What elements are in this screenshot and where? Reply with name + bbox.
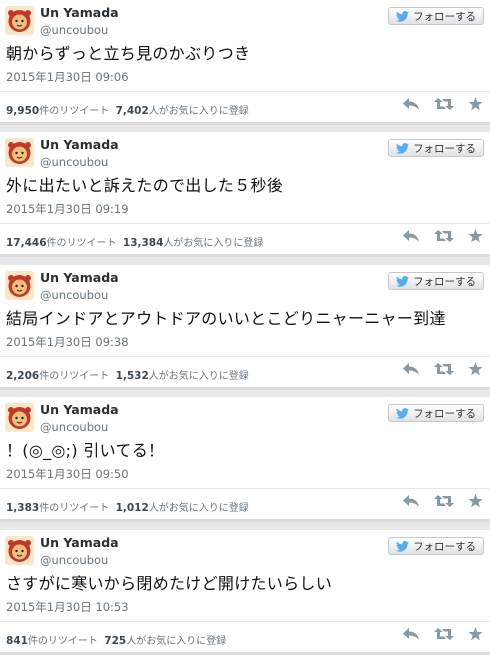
tweet-actions — [402, 494, 483, 508]
user-name[interactable]: Un Yamada — [40, 402, 119, 417]
user-handle[interactable]: @uncoubou — [40, 23, 108, 37]
retweet-icon[interactable] — [434, 627, 454, 641]
follow-button[interactable]: フォローする — [388, 7, 484, 25]
reply-icon[interactable] — [402, 627, 420, 641]
retweet-count-label: 件のリツイート — [39, 106, 110, 117]
retweet-count[interactable]: 9,950 — [6, 105, 39, 117]
tweet-text: 結局インドアとアウトドアのいいとこどりニャーニャー到達 — [6, 309, 446, 328]
twitter-bird-icon — [396, 275, 409, 287]
retweet-count[interactable]: 1,383 — [6, 502, 39, 514]
follow-label: フォローする — [413, 407, 476, 420]
tweet-actions — [402, 362, 483, 376]
favorite-count[interactable]: 13,384 — [123, 237, 164, 249]
avatar[interactable] — [5, 403, 34, 432]
tweet-stats: 9,950件のリツイート 7,402人がお気に入りに登録 — [6, 102, 249, 117]
reply-icon[interactable] — [402, 229, 420, 243]
divider — [0, 91, 490, 92]
tweet-timestamp[interactable]: 2015年1月30日 09:38 — [6, 334, 129, 350]
follow-label: フォローする — [413, 142, 476, 155]
twitter-bird-icon — [396, 10, 409, 22]
follow-button[interactable]: フォローする — [388, 139, 484, 157]
favorite-count-label: 人がお気に入りに登録 — [163, 238, 264, 249]
divider — [0, 621, 490, 622]
tweet-card: Un Yamada @uncoubou フォローする 結局インドアとアウトドアの… — [0, 265, 490, 390]
retweet-count[interactable]: 17,446 — [6, 237, 47, 249]
star-icon[interactable] — [468, 97, 483, 111]
avatar[interactable] — [5, 138, 34, 167]
divider — [0, 488, 490, 489]
retweet-icon[interactable] — [434, 97, 454, 111]
tweet-stats: 841件のリツイート 725人がお気に入りに登録 — [6, 632, 226, 647]
retweet-icon[interactable] — [434, 362, 454, 376]
favorite-count-label: 人がお気に入りに登録 — [148, 106, 249, 117]
avatar[interactable] — [5, 6, 34, 35]
reply-icon[interactable] — [402, 362, 420, 376]
follow-button[interactable]: フォローする — [388, 537, 484, 555]
retweet-count[interactable]: 2,206 — [6, 370, 39, 382]
tweet-feed: Un Yamada @uncoubou フォローする 朝からずっと立ち見のかぶり… — [0, 0, 490, 655]
star-icon[interactable] — [468, 627, 483, 641]
tweet-text: ！(◎_◎;) 引いてる！ — [6, 441, 165, 460]
user-name[interactable]: Un Yamada — [40, 137, 119, 152]
tweet-actions — [402, 229, 483, 243]
tweet-stats: 17,446件のリツイート 13,384人がお気に入りに登録 — [6, 234, 263, 249]
tweet-timestamp[interactable]: 2015年1月30日 09:06 — [6, 69, 129, 85]
user-handle[interactable]: @uncoubou — [40, 288, 108, 302]
tweet-text: 外に出たいと訴えたので出した５秒後 — [6, 176, 284, 195]
follow-label: フォローする — [413, 10, 476, 23]
tweet-timestamp[interactable]: 2015年1月30日 09:19 — [6, 201, 129, 217]
favorite-count-label: 人がお気に入りに登録 — [148, 503, 249, 514]
tweet-stats: 1,383件のリツイート 1,012人がお気に入りに登録 — [6, 499, 249, 514]
reply-icon[interactable] — [402, 97, 420, 111]
follow-button[interactable]: フォローする — [388, 272, 484, 290]
retweet-count[interactable]: 841 — [6, 635, 28, 647]
favorite-count[interactable]: 7,402 — [116, 105, 149, 117]
tweet-text: 朝からずっと立ち見のかぶりつき — [6, 44, 251, 63]
tweet-card: Un Yamada @uncoubou フォローする さすがに寒いから閉めたけど… — [0, 530, 490, 655]
divider — [0, 223, 490, 224]
retweet-count-label: 件のリツイート — [46, 238, 117, 249]
retweet-icon[interactable] — [434, 229, 454, 243]
tweet-actions — [402, 97, 483, 111]
star-icon[interactable] — [468, 494, 483, 508]
user-name[interactable]: Un Yamada — [40, 535, 119, 550]
user-handle[interactable]: @uncoubou — [40, 155, 108, 169]
retweet-count-label: 件のリツイート — [39, 503, 110, 514]
star-icon[interactable] — [468, 229, 483, 243]
star-icon[interactable] — [468, 362, 483, 376]
retweet-count-label: 件のリツイート — [39, 371, 110, 382]
tweet-card: Un Yamada @uncoubou フォローする 朝からずっと立ち見のかぶり… — [0, 0, 490, 125]
reply-icon[interactable] — [402, 494, 420, 508]
user-name[interactable]: Un Yamada — [40, 5, 119, 20]
tweet-timestamp[interactable]: 2015年1月30日 09:50 — [6, 466, 129, 482]
follow-button[interactable]: フォローする — [388, 404, 484, 422]
tweet-text: さすがに寒いから閉めたけど開けたいらしい — [6, 574, 333, 593]
avatar[interactable] — [5, 536, 34, 565]
divider — [0, 356, 490, 357]
avatar[interactable] — [5, 271, 34, 300]
twitter-bird-icon — [396, 540, 409, 552]
favorite-count-label: 人がお気に入りに登録 — [148, 371, 249, 382]
twitter-bird-icon — [396, 142, 409, 154]
tweet-actions — [402, 627, 483, 641]
favorite-count-label: 人がお気に入りに登録 — [126, 636, 227, 647]
follow-label: フォローする — [413, 275, 476, 288]
tweet-stats: 2,206件のリツイート 1,532人がお気に入りに登録 — [6, 367, 249, 382]
retweet-count-label: 件のリツイート — [27, 636, 98, 647]
user-handle[interactable]: @uncoubou — [40, 420, 108, 434]
retweet-icon[interactable] — [434, 494, 454, 508]
tweet-timestamp[interactable]: 2015年1月30日 10:53 — [6, 599, 129, 615]
tweet-card: Un Yamada @uncoubou フォローする 外に出たいと訴えたので出し… — [0, 132, 490, 257]
user-handle[interactable]: @uncoubou — [40, 553, 108, 567]
favorite-count[interactable]: 725 — [104, 635, 126, 647]
tweet-card: Un Yamada @uncoubou フォローする ！(◎_◎;) 引いてる！… — [0, 397, 490, 522]
twitter-bird-icon — [396, 407, 409, 419]
favorite-count[interactable]: 1,012 — [116, 502, 149, 514]
user-name[interactable]: Un Yamada — [40, 270, 119, 285]
favorite-count[interactable]: 1,532 — [116, 370, 149, 382]
follow-label: フォローする — [413, 540, 476, 553]
